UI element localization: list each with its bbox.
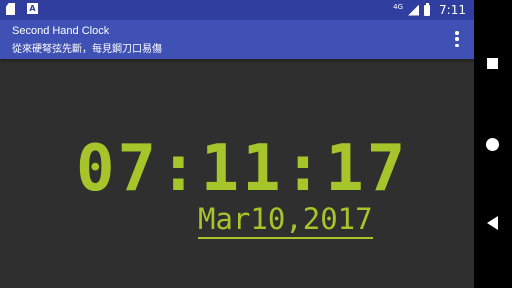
status-time: 7:11 — [439, 3, 466, 17]
clock-time: 07:11:17 — [76, 132, 409, 206]
app-subtitle: 從來硬弩弦先斷，每見鋼刀口易傷 — [12, 44, 162, 55]
network-type-label: 4G — [393, 3, 404, 11]
status-bar: A 4G 7:11 — [0, 0, 474, 20]
navigation-bar — [474, 0, 512, 288]
app-toolbar: Second Hand Clock 從來硬弩弦先斷，每見鋼刀口易傷 — [0, 20, 474, 59]
a-notification-icon: A — [27, 3, 38, 14]
sd-card-icon — [6, 3, 15, 15]
app-title: Second Hand Clock — [12, 25, 110, 37]
home-icon[interactable] — [486, 138, 499, 151]
battery-icon — [424, 2, 431, 16]
recents-icon[interactable] — [487, 58, 498, 69]
signal-icon — [408, 4, 420, 16]
app-screen: A 4G 7:11 Second Hand Clock 從來硬弩弦先斷，每見鋼刀… — [0, 0, 474, 288]
clock-date: Mar10,2017 — [198, 203, 373, 239]
back-icon[interactable] — [487, 216, 498, 230]
overflow-menu-icon[interactable] — [450, 30, 464, 48]
